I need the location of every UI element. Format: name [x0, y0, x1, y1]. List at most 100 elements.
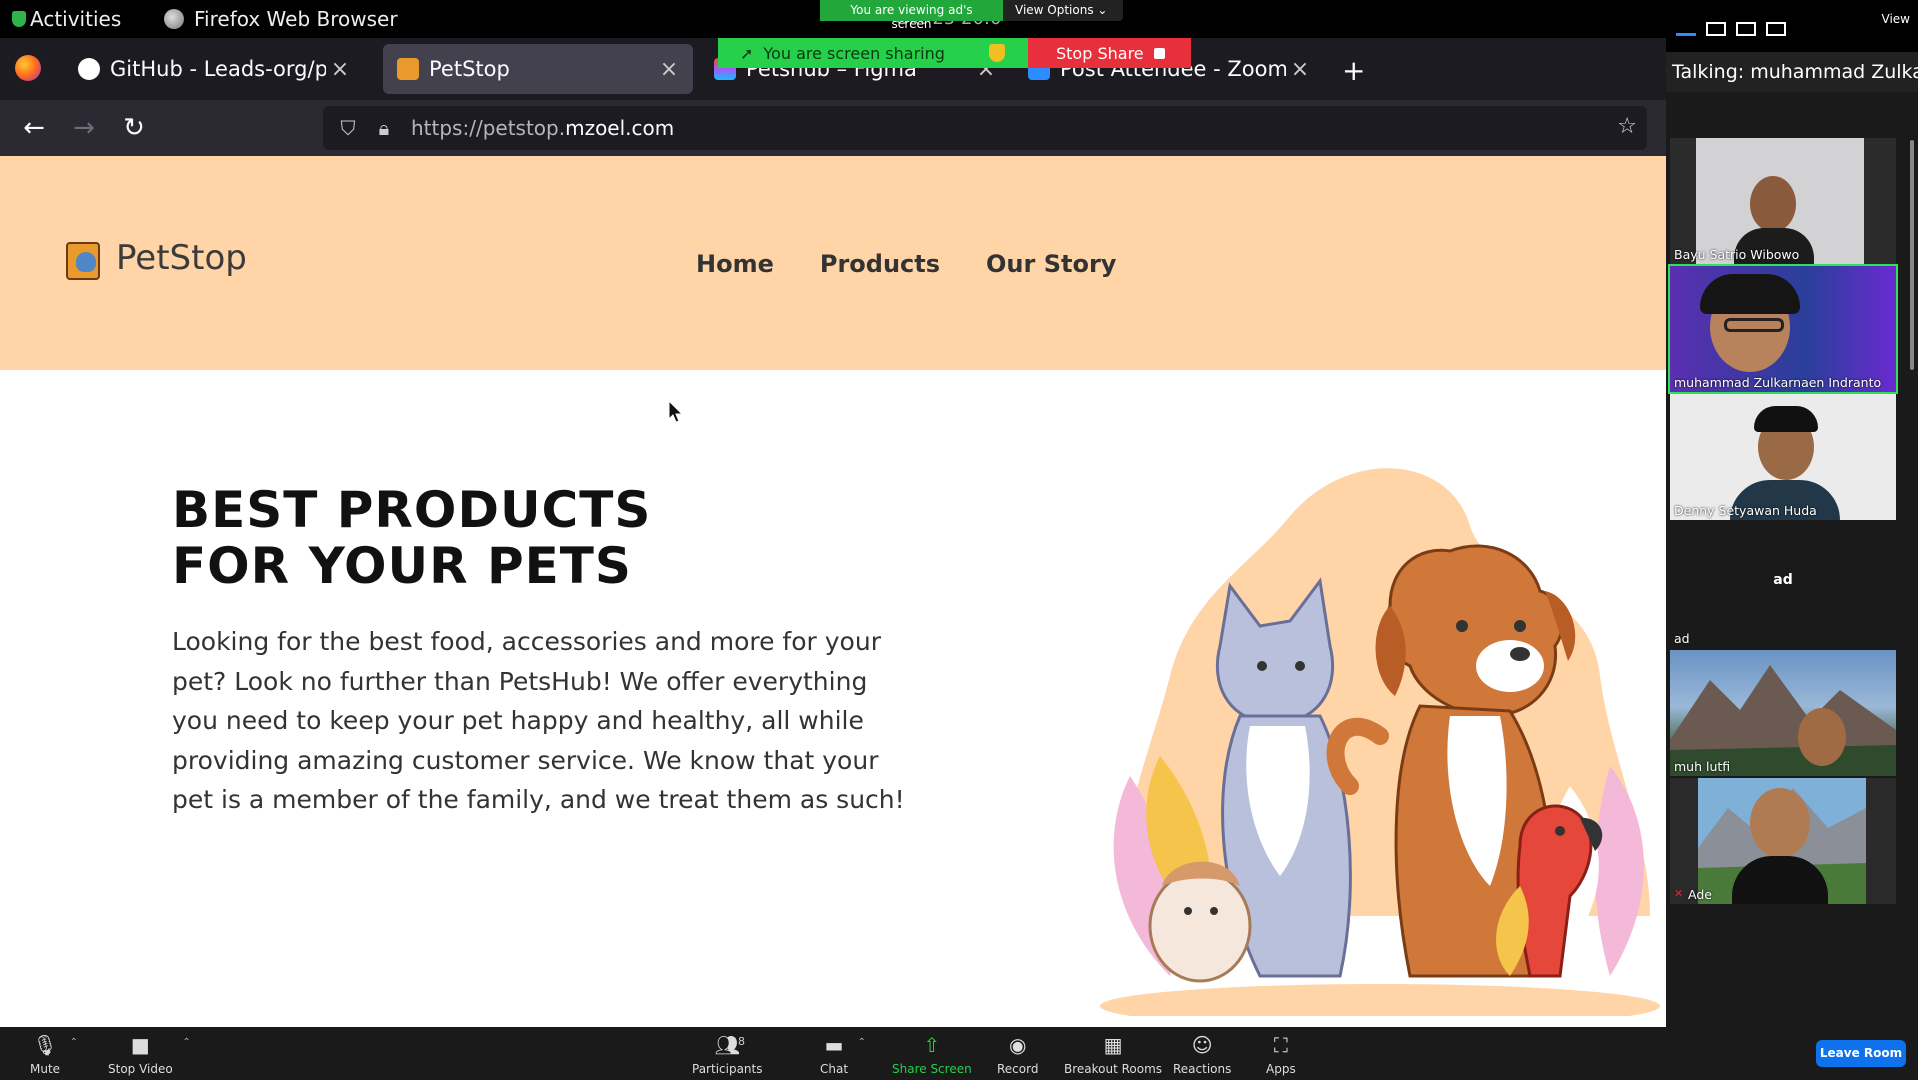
zoom-gallery-panel: View Talking: muhammad Zulkarnaen Indran…: [1666, 0, 1918, 1027]
video-camera-icon: ■: [130, 1033, 150, 1057]
back-button[interactable]: ←: [18, 112, 50, 144]
breakout-rooms-label: Breakout Rooms: [1064, 1062, 1163, 1076]
talking-indicator: Talking: muhammad Zulkarnaen Indranto: [1666, 52, 1918, 92]
bookmark-star-icon[interactable]: ☆: [1617, 114, 1637, 139]
tab-petstop[interactable]: PetStop ×: [383, 44, 693, 94]
site-header: PetStop Home Products Our Story: [0, 156, 1666, 370]
sharing-status: ➚ You are screen sharing: [718, 38, 1028, 68]
apps-icon: ⛶: [1273, 1033, 1288, 1057]
firefox-menu-icon[interactable]: [15, 55, 41, 81]
participant-tile[interactable]: Ade ✕: [1670, 778, 1896, 904]
participant-name: Ade: [1688, 887, 1712, 902]
mouse-cursor-icon: [668, 400, 684, 423]
petstop-logo-icon: [64, 236, 102, 280]
strip-view-icon[interactable]: [1736, 22, 1756, 36]
lock-icon[interactable]: 🔒︎: [373, 116, 395, 140]
minimize-view-icon[interactable]: [1676, 22, 1696, 36]
forward-button[interactable]: →: [68, 112, 100, 144]
app-menu-label: Firefox Web Browser: [194, 7, 398, 31]
reload-button[interactable]: ↻: [118, 112, 150, 144]
nav-products[interactable]: Products: [820, 250, 940, 278]
chat-label: Chat: [820, 1062, 849, 1076]
close-tab-icon[interactable]: ×: [655, 57, 683, 82]
activities-button[interactable]: Activities: [12, 7, 121, 31]
reactions-label: Reactions: [1173, 1062, 1232, 1076]
tab-label: PetStop: [429, 57, 510, 81]
desktop: Activities Firefox Web Browser Okt 25 20…: [0, 0, 1918, 1080]
participants-icon: 👥︎: [714, 1033, 740, 1057]
url-text[interactable]: https://petstop.mzoel.com: [411, 116, 674, 140]
view-mode-switcher[interactable]: [1676, 22, 1786, 36]
reactions-button[interactable]: ☺ Reactions: [1173, 1033, 1231, 1076]
panel-scrollbar[interactable]: [1910, 140, 1914, 370]
microphone-icon: 🎙︎: [32, 1033, 58, 1057]
speaker-view-icon[interactable]: [1706, 22, 1726, 36]
apps-button[interactable]: ⛶ Apps: [1266, 1033, 1296, 1076]
firefox-icon: [164, 9, 184, 29]
tab-github[interactable]: GitHub - Leads-org/petst… ×: [64, 44, 364, 94]
breakout-rooms-button[interactable]: ▦ Breakout Rooms: [1064, 1033, 1162, 1076]
github-icon: [78, 58, 100, 80]
app-menu[interactable]: Firefox Web Browser: [164, 7, 398, 31]
shield-icon: [12, 11, 26, 27]
viewing-message: You are viewing ad's screen: [820, 0, 1003, 31]
brand[interactable]: PetStop: [64, 236, 247, 280]
participants-button[interactable]: 👥︎ Participants: [692, 1033, 763, 1076]
participant-name: muh lutfi: [1674, 759, 1731, 774]
participant-name: muhammad Zulkarnaen Indranto: [1674, 375, 1882, 390]
breakout-rooms-icon: ▦: [1103, 1033, 1123, 1057]
screen-share-banner: ➚ You are screen sharing Stop Share: [718, 38, 1191, 68]
record-button[interactable]: ◉ Record: [997, 1033, 1038, 1076]
participant-video: [1750, 788, 1810, 858]
view-button[interactable]: View: [1882, 12, 1910, 26]
participant-tile[interactable]: ad ad: [1670, 522, 1896, 648]
nav-home[interactable]: Home: [696, 250, 774, 278]
stop-icon: [1153, 47, 1165, 59]
new-tab-button[interactable]: +: [1342, 54, 1365, 87]
hero-description: Looking for the best food, accessories a…: [172, 627, 905, 814]
stop-video-button[interactable]: ■ Stop Video ⌃: [108, 1033, 191, 1076]
pets-illustration: [1100, 468, 1660, 1016]
security-shield-icon[interactable]: [988, 44, 1005, 62]
share-screen-icon: ⇧: [923, 1033, 941, 1057]
hero-title-line2: FOR YOUR PETS: [172, 537, 632, 595]
mute-label: Mute: [30, 1062, 61, 1076]
stop-video-label: Stop Video: [108, 1062, 173, 1076]
participant-tile[interactable]: Denny Setyawan Huda: [1670, 394, 1896, 520]
record-icon: ◉: [1009, 1033, 1027, 1057]
chevron-up-icon[interactable]: ⌃: [858, 1037, 866, 1048]
sharing-label: You are screen sharing: [763, 43, 945, 63]
participant-tile[interactable]: muh lutfi: [1670, 650, 1896, 776]
close-tab-icon[interactable]: ×: [1286, 57, 1314, 82]
leave-room-button[interactable]: Leave Room: [1816, 1040, 1906, 1067]
share-screen-button[interactable]: ⇧ Share Screen: [892, 1033, 972, 1076]
zoom-view-banner: You are viewing ad's screen View Options…: [820, 0, 1123, 31]
tab-label: GitHub - Leads-org/petst…: [110, 57, 326, 81]
chevron-up-icon[interactable]: ⌃: [182, 1037, 190, 1048]
reactions-icon: ☺: [1191, 1033, 1213, 1057]
participant-name: ad: [1674, 631, 1690, 646]
stop-share-button[interactable]: Stop Share: [1028, 38, 1191, 68]
url-host: mzoel.com: [565, 116, 675, 140]
participant-tile-active[interactable]: muhammad Zulkarnaen Indranto: [1668, 264, 1898, 394]
zoom-panel-header: View: [1666, 0, 1918, 52]
participant-tile[interactable]: Bayu Satrio Wibowo: [1670, 138, 1896, 264]
stop-share-label: Stop Share: [1056, 43, 1144, 63]
gallery-view-icon[interactable]: [1766, 22, 1786, 36]
navigation-toolbar: ← → ↻ ⛉ 🔒︎ https://petstop.mzoel.com ☆ ⛊…: [0, 100, 1894, 156]
apps-label: Apps: [1266, 1062, 1296, 1076]
petstop-favicon-icon: [397, 58, 419, 80]
chat-icon: ▬: [824, 1033, 844, 1057]
url-prefix: https://petstop.: [411, 116, 566, 140]
close-tab-icon[interactable]: ×: [326, 57, 354, 82]
record-label: Record: [997, 1062, 1039, 1076]
address-bar[interactable]: ⛉ 🔒︎ https://petstop.mzoel.com ☆: [323, 106, 1647, 150]
chat-button[interactable]: ▬ Chat ⌃: [820, 1033, 866, 1076]
nav-our-story[interactable]: Our Story: [986, 250, 1116, 278]
participant-avatar-name: ad: [1773, 572, 1793, 588]
tracking-shield-icon[interactable]: ⛉: [337, 116, 359, 140]
view-options-button[interactable]: View Options ⌄: [1003, 0, 1123, 21]
mute-button[interactable]: 🎙︎ Mute ⌃: [30, 1033, 78, 1076]
participant-video: [1798, 708, 1846, 766]
chevron-up-icon[interactable]: ⌃: [70, 1037, 78, 1048]
